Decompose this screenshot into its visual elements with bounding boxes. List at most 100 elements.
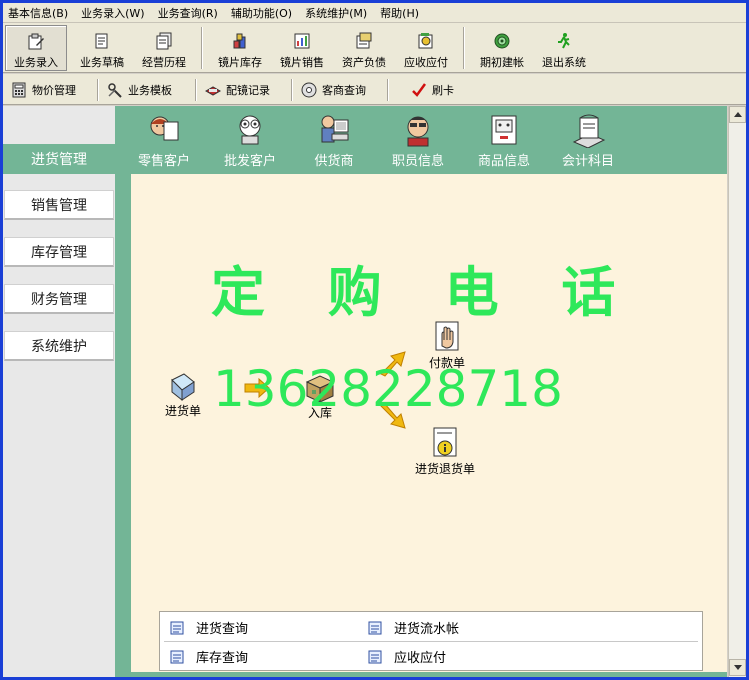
menu-basic-info[interactable]: 基本信息(B) xyxy=(3,5,76,21)
toolbar-label: 镜片库存 xyxy=(218,56,262,69)
toolbar-separator xyxy=(387,79,389,101)
toolbar-receivable-payable-button[interactable]: 应收应付 xyxy=(395,25,457,71)
glasses-record-button[interactable]: 配镜记录 xyxy=(205,79,270,101)
check-icon xyxy=(411,82,427,98)
menu-bar: 基本信息(B) 业务录入(W) 业务查询(R) 辅助功能(O) 系统维护(M) … xyxy=(3,3,746,23)
toolbar-business-draft-button[interactable]: 业务草稿 xyxy=(71,25,133,71)
staff-icon xyxy=(407,116,429,147)
price-management-button[interactable]: 物价管理 xyxy=(11,79,76,101)
scroll-up-button[interactable] xyxy=(729,106,746,123)
menu-business-entry[interactable]: 业务录入(W) xyxy=(76,5,152,21)
menu-business-query[interactable]: 业务查询(R) xyxy=(153,5,226,21)
purchase-return-item[interactable]: 进货退货单 xyxy=(415,426,475,477)
main-toolbar: 业务录入 业务草稿 经营历程 镜片库存 镜片销售 资产负债 应收应付 期初建帐 … xyxy=(3,23,746,73)
toolbar-exit-system-button[interactable]: 退出系统 xyxy=(533,25,595,71)
quick-link-label: 应收应付 xyxy=(394,651,447,666)
ribbon-label: 批发客户 xyxy=(223,154,276,169)
order-hotline-title: 定 购 电 话 xyxy=(211,261,638,324)
target-icon xyxy=(492,31,512,51)
sidebar-item-system[interactable]: 系统维护 xyxy=(4,331,114,361)
glasses-icon xyxy=(205,82,221,98)
price-management-label: 物价管理 xyxy=(32,84,76,97)
quick-links-divider xyxy=(164,641,698,642)
exit-runner-icon xyxy=(554,31,574,51)
document-icon xyxy=(368,650,382,663)
toolbar-lens-stock-button[interactable]: 镜片库存 xyxy=(209,25,271,71)
ribbon-accounting-subjects[interactable]: 会计科目 xyxy=(553,112,623,169)
toolbar-lens-sales-button[interactable]: 镜片销售 xyxy=(271,25,333,71)
menu-system-maintenance[interactable]: 系统维护(M) xyxy=(300,5,375,21)
toolbar-operating-history-button[interactable]: 经营历程 xyxy=(133,25,195,71)
payment-voucher-icon xyxy=(435,321,459,351)
toolbar-label: 期初建帐 xyxy=(480,56,524,69)
receivable-icon xyxy=(416,31,436,51)
toolbar-separator xyxy=(97,79,99,101)
ribbon-label: 职员信息 xyxy=(391,154,444,169)
ribbon-label: 会计科目 xyxy=(561,154,614,169)
swipe-card-label: 刷卡 xyxy=(432,84,454,97)
quick-link-purchase-query[interactable]: 进货查询 xyxy=(170,618,248,637)
toolbar-separator xyxy=(463,27,465,69)
workspace: 定 购 电 话 进货单 入库 付款单 进货退货单 13628228718 进货查… xyxy=(131,174,727,672)
app-window: 基本信息(B) 业务录入(W) 业务查询(R) 辅助功能(O) 系统维护(M) … xyxy=(3,3,746,677)
quick-link-label: 进货流水帐 xyxy=(394,622,460,637)
edit-doc-icon xyxy=(26,32,46,51)
retail-customer-icon xyxy=(150,116,179,141)
toolbar-label: 应收应付 xyxy=(404,56,448,69)
accounting-icon xyxy=(572,114,606,148)
balance-icon xyxy=(354,31,374,51)
swipe-card-button[interactable]: 刷卡 xyxy=(411,79,454,101)
quick-link-purchase-journal[interactable]: 进货流水帐 xyxy=(368,618,459,637)
scroll-down-button[interactable] xyxy=(729,659,746,676)
purchase-order-item[interactable]: 进货单 xyxy=(165,368,201,419)
purchase-return-icon xyxy=(433,427,457,457)
ribbon-label: 供货商 xyxy=(314,154,354,169)
left-nav-panel: 进货管理 销售管理 库存管理 财务管理 系统维护 xyxy=(3,106,115,677)
business-template-button[interactable]: 业务模板 xyxy=(107,79,172,101)
draft-doc-icon xyxy=(92,31,112,51)
history-doc-icon xyxy=(154,31,174,51)
toolbar-label: 镜片销售 xyxy=(280,56,324,69)
wholesale-customer-icon xyxy=(239,115,261,145)
menu-help[interactable]: 帮助(H) xyxy=(375,5,427,21)
ribbon-product-info[interactable]: 商品信息 xyxy=(469,112,539,169)
quick-link-inventory-query[interactable]: 库存查询 xyxy=(170,647,248,666)
customer-supplier-query-button[interactable]: 客商查询 xyxy=(301,79,366,101)
toolbar-separator xyxy=(201,27,203,69)
product-icon xyxy=(491,115,517,145)
purchase-order-icon xyxy=(171,373,195,402)
sidebar-item-finance[interactable]: 财务管理 xyxy=(4,284,114,314)
toolbar-balance-sheet-button[interactable]: 资产负债 xyxy=(333,25,395,71)
purchase-return-label: 进货退货单 xyxy=(415,462,476,476)
document-icon xyxy=(170,621,184,634)
sales-icon xyxy=(292,31,312,51)
calculator-icon xyxy=(11,82,27,98)
sidebar-item-sales[interactable]: 销售管理 xyxy=(4,190,114,220)
document-icon xyxy=(368,621,382,634)
customer-supplier-query-label: 客商查询 xyxy=(322,84,366,97)
ribbon-supplier[interactable]: 供货商 xyxy=(299,112,369,169)
menu-aux-functions[interactable]: 辅助功能(O) xyxy=(226,5,300,21)
business-template-label: 业务模板 xyxy=(128,84,172,97)
ribbon-label: 零售客户 xyxy=(137,154,190,169)
sidebar-item-inventory[interactable]: 库存管理 xyxy=(4,237,114,267)
ribbon-retail-customer[interactable]: 零售客户 xyxy=(129,112,199,169)
vertical-scrollbar[interactable] xyxy=(728,106,746,677)
toolbar-label: 资产负债 xyxy=(342,56,386,69)
toolbar-opening-accounts-button[interactable]: 期初建帐 xyxy=(471,25,533,71)
secondary-toolbar: 物价管理 业务模板 配镜记录 客商查询 刷卡 xyxy=(3,74,746,105)
document-icon xyxy=(170,650,184,663)
toolbar-label: 退出系统 xyxy=(542,56,586,69)
ribbon-staff-info[interactable]: 职员信息 xyxy=(383,112,453,169)
quick-link-receivable-payable[interactable]: 应收应付 xyxy=(368,647,446,666)
sidebar-active-category[interactable]: 进货管理 xyxy=(3,144,115,174)
toolbar-separator xyxy=(195,79,197,101)
quick-links-box: 进货查询 进货流水帐 库存查询 应收应付 xyxy=(159,611,703,671)
ribbon-label: 商品信息 xyxy=(477,154,530,169)
ribbon-wholesale-customer[interactable]: 批发客户 xyxy=(215,112,285,169)
quick-link-label: 进货查询 xyxy=(196,622,249,637)
toolbar-label: 业务草稿 xyxy=(80,56,124,69)
client-area: 进货管理 销售管理 库存管理 财务管理 系统维护 零售客户 批发客户 供货商 职… xyxy=(3,106,746,677)
toolbar-label: 业务录入 xyxy=(14,56,58,69)
toolbar-business-entry-button[interactable]: 业务录入 xyxy=(5,25,67,71)
